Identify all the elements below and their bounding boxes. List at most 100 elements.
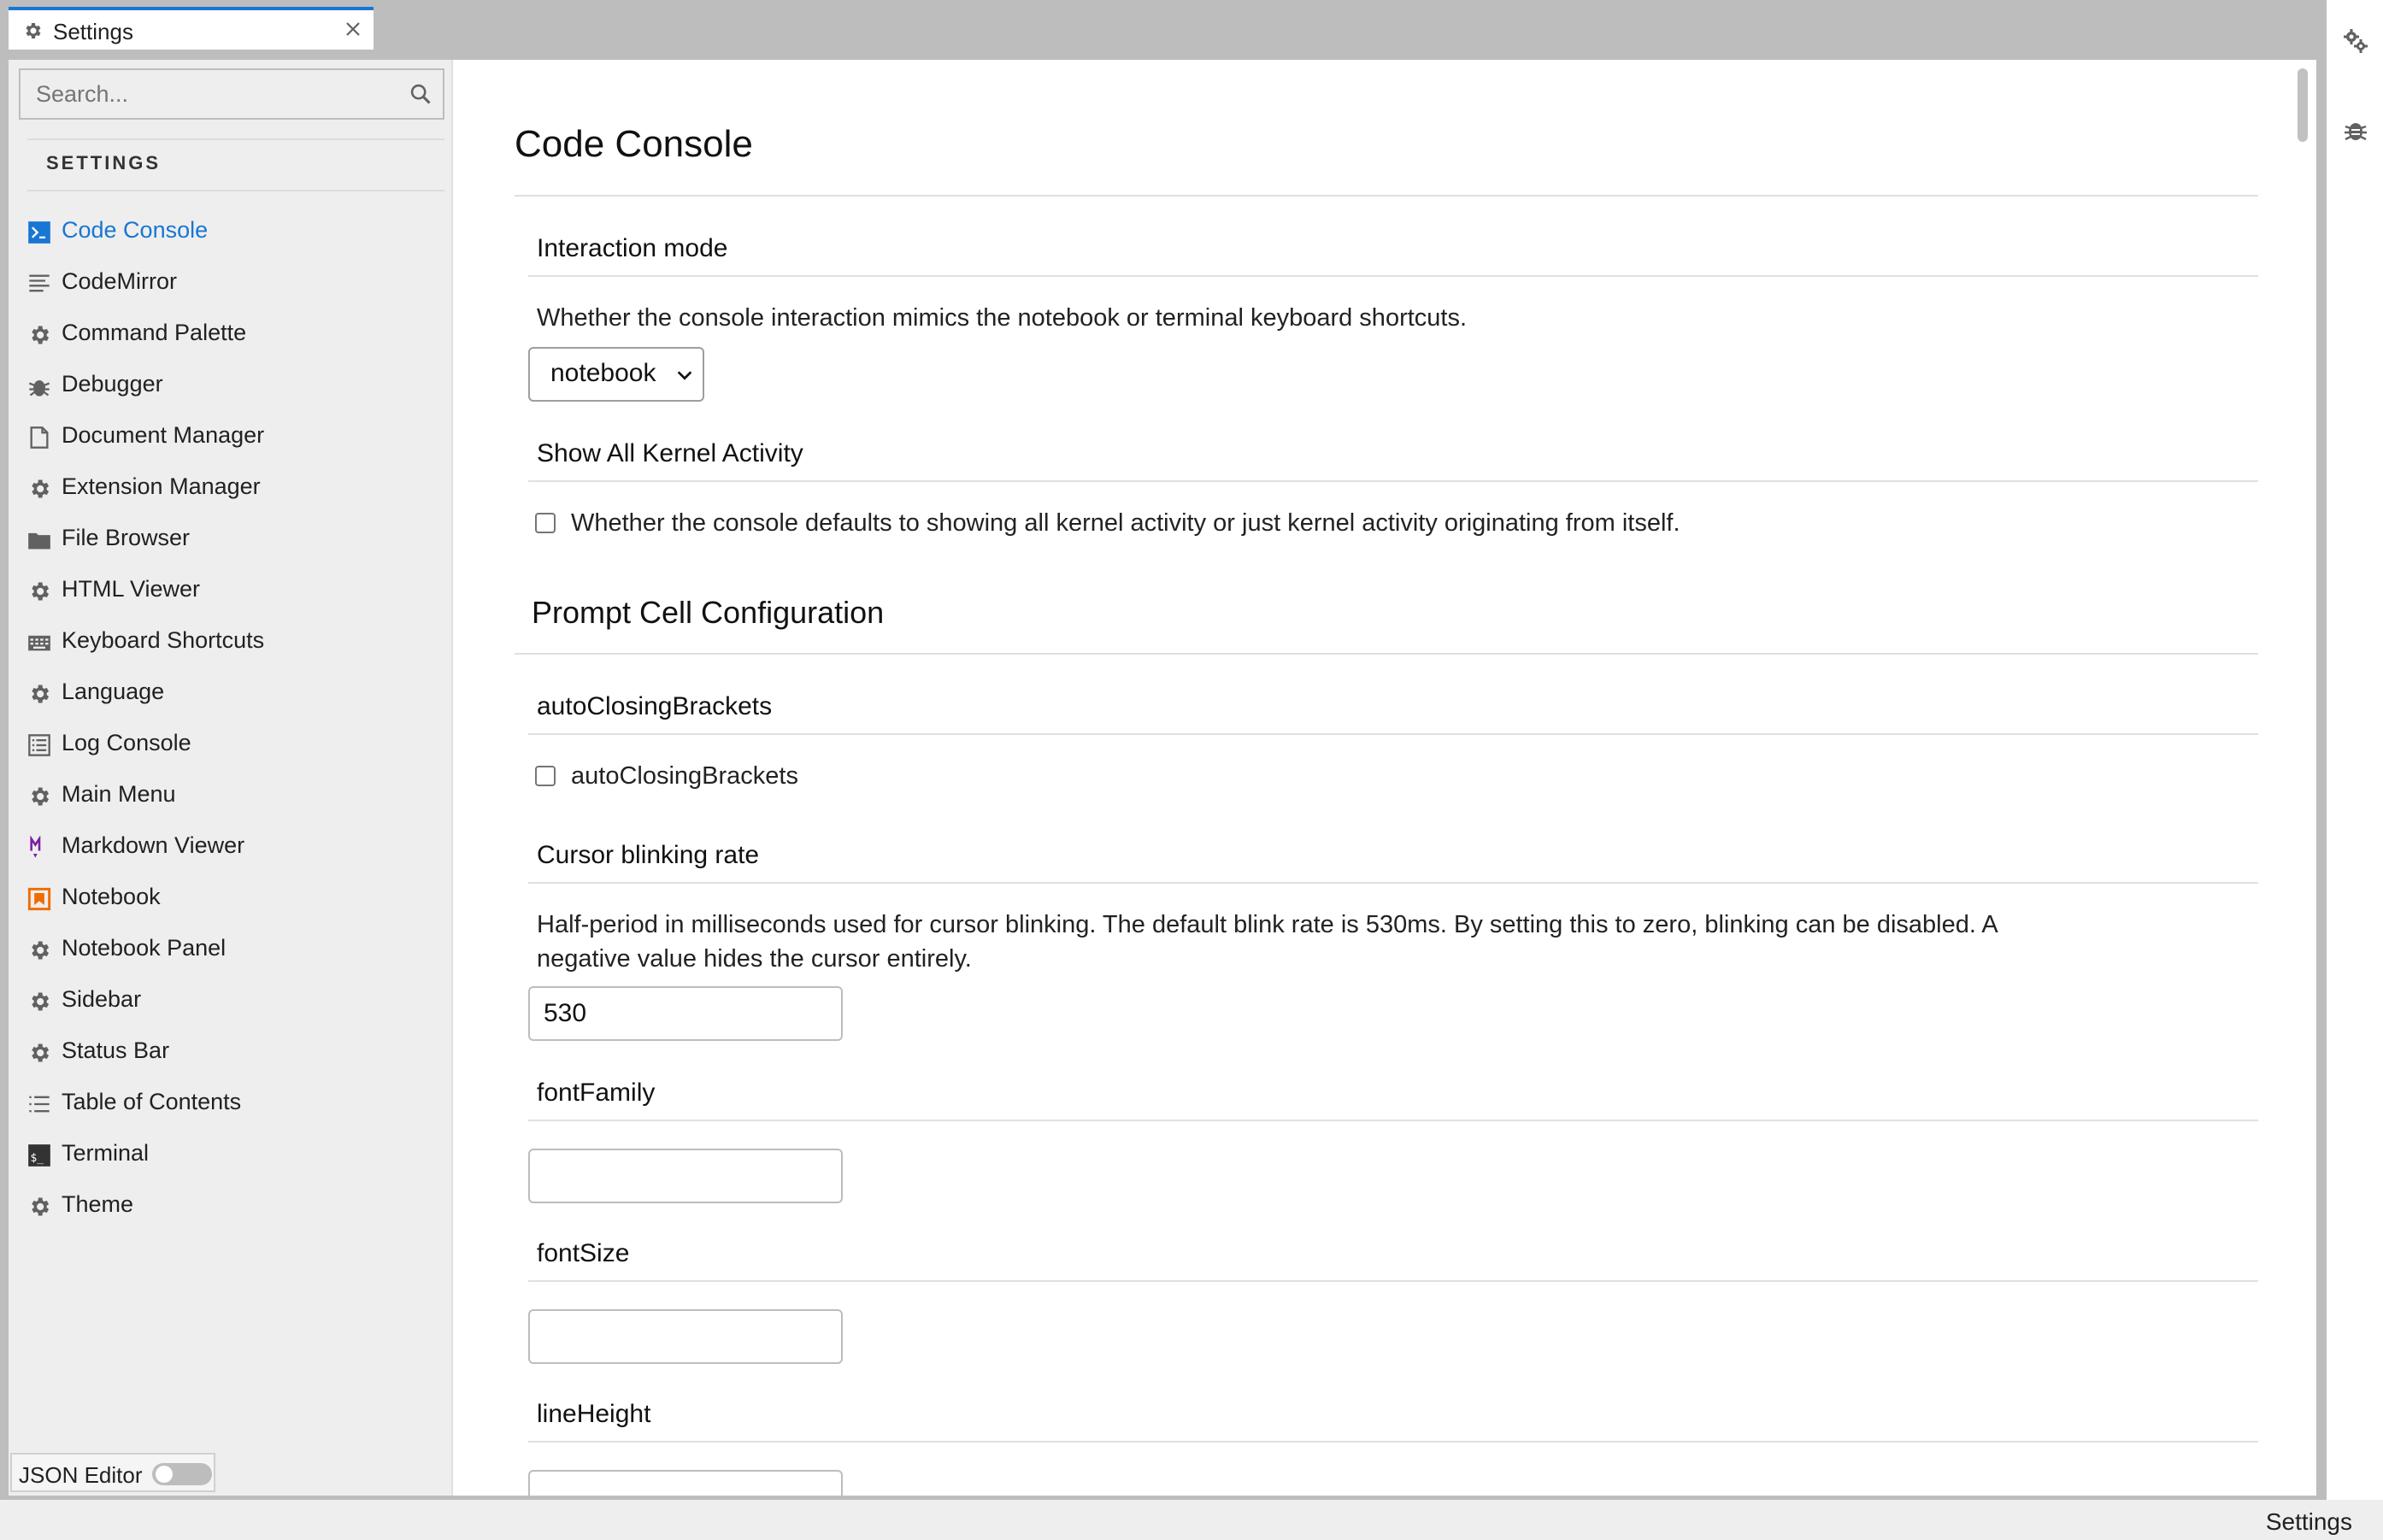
sidebar-item-label: Extension Manager [62,473,261,499]
divider [528,480,2258,482]
font-family-input[interactable] [528,1149,843,1203]
line-height-title: lineHeight [537,1400,651,1428]
console-icon [28,221,50,244]
divider [528,1280,2258,1282]
close-icon[interactable] [343,19,363,39]
font-family-title: fontFamily [537,1079,656,1107]
sidebar-item-file-browser[interactable]: File Browser [9,513,453,564]
sidebar-item-label: Main Menu [62,781,176,807]
sidebar-item-codemirror[interactable]: CodeMirror [9,256,453,308]
sidebar-item-sidebar[interactable]: Sidebar [9,974,453,1026]
sidebar-item-markdown-viewer[interactable]: Markdown Viewer [9,820,453,872]
sidebar-item-extension-manager[interactable]: Extension Manager [9,461,453,513]
show-kernel-activity-title: Show All Kernel Activity [537,439,803,467]
sidebar-item-theme[interactable]: Theme [9,1179,453,1231]
sidebar-item-label: Document Manager [62,422,265,448]
sidebar-item-document-manager[interactable]: Document Manager [9,410,453,461]
gear-icon [32,941,50,960]
cursor-blink-rate-title: Cursor blinking rate [537,841,760,869]
sidebar-item-label: Markdown Viewer [62,832,245,858]
gear-icon [32,992,50,1011]
sidebar-item-html-viewer[interactable]: HTML Viewer [9,564,453,615]
toggle-switch[interactable] [152,1463,212,1485]
search-box [19,68,444,120]
gear-icon [32,1197,50,1216]
document-icon [30,426,49,449]
sidebar-item-status-bar[interactable]: Status Bar [9,1026,453,1077]
search-input[interactable] [21,70,397,118]
sidebar-item-label: Theme [62,1191,134,1217]
show-kernel-activity-label: Whether the console defaults to showing … [571,509,1680,537]
font-size-input[interactable] [528,1309,843,1364]
settings-sidebar: SETTINGS Code Console CodeMirror Command… [9,60,453,1496]
section-title: Prompt Cell Configuration [532,595,885,630]
divider [27,138,444,140]
gear-icon [26,23,41,38]
sidebar-item-label: Table of Contents [62,1089,242,1114]
sidebar-item-label: Command Palette [62,320,247,345]
show-kernel-activity-checkbox[interactable] [535,513,556,533]
settings-header: SETTINGS [46,152,162,173]
sidebar-item-log-console[interactable]: Log Console [9,718,453,769]
svg-text:$_: $_ [31,1152,44,1165]
sidebar-item-label: Code Console [62,217,209,243]
sidebar-item-label: Notebook [62,884,161,909]
right-side-panel [2327,0,2383,1500]
page-title: Code Console [515,123,753,165]
text-lines-icon [29,274,50,292]
cursor-blink-rate-description: negative value hides the cursor entirely… [537,945,972,973]
sidebar-item-label: Terminal [62,1140,150,1166]
list-icon [28,734,50,756]
property-inspector-icon[interactable] [2342,27,2369,55]
gear-icon [32,582,50,601]
sidebar-item-label: Log Console [62,730,191,755]
sidebar-item-table-of-contents[interactable]: Table of Contents [9,1077,453,1128]
sidebar-item-label: Language [62,679,165,704]
sidebar-item-language[interactable]: Language [9,667,453,718]
divider [528,275,2258,277]
sidebar-item-main-menu[interactable]: Main Menu [9,769,453,820]
auto-closing-brackets-label: autoClosingBrackets [571,762,798,790]
auto-closing-brackets-checkbox[interactable] [535,766,556,786]
toc-icon [29,1096,50,1113]
sidebar-item-terminal[interactable]: $_ Terminal [9,1128,453,1179]
sidebar-item-label: Keyboard Shortcuts [62,627,265,653]
auto-closing-brackets-title: autoClosingBrackets [537,692,773,720]
content-scrollbar[interactable] [2292,63,2313,1494]
sidebar-item-label: Debugger [62,371,163,397]
status-bar-label: Settings [2265,1508,2352,1535]
sidebar-item-command-palette[interactable]: Command Palette [9,308,453,359]
tab-bar: Settings [0,0,2327,50]
debugger-bug-icon[interactable] [2342,116,2369,144]
tab-settings[interactable]: Settings [9,7,374,50]
sidebar-item-label: CodeMirror [62,268,178,294]
scrollbar-thumb[interactable] [2298,68,2308,142]
keyboard-icon [28,635,50,651]
divider [528,1120,2258,1121]
gear-icon [32,685,50,703]
sidebar-item-debugger[interactable]: Debugger [9,359,453,410]
search-icon[interactable] [409,82,432,106]
sidebar-item-keyboard-shortcuts[interactable]: Keyboard Shortcuts [9,615,453,667]
sidebar-item-label: Sidebar [62,986,142,1012]
gear-icon [32,1043,50,1062]
settings-form: Code Console Interaction mode Whether th… [479,60,2291,1496]
interaction-mode-select[interactable]: notebook [528,347,704,402]
cursor-blink-rate-input[interactable] [528,986,843,1041]
gear-icon [32,787,50,806]
sidebar-item-label: HTML Viewer [62,576,201,602]
select-value: notebook [550,359,656,387]
sidebar-item-code-console[interactable]: Code Console [9,205,453,256]
interaction-mode-description: Whether the console interaction mimics t… [537,304,1468,332]
status-bar: Settings [0,1500,2383,1540]
sidebar-item-notebook[interactable]: Notebook [9,872,453,923]
cursor-blink-rate-description: Half-period in milliseconds used for cur… [537,911,1998,938]
divider [528,733,2258,735]
terminal-icon: $_ [28,1144,50,1167]
settings-plugin-list: Code Console CodeMirror Command Palette … [9,205,453,1231]
line-height-input[interactable] [528,1470,843,1496]
divider [528,882,2258,884]
json-editor-toggle[interactable]: JSON Editor [10,1453,215,1492]
bug-icon [28,380,50,397]
sidebar-item-notebook-panel[interactable]: Notebook Panel [9,923,453,974]
